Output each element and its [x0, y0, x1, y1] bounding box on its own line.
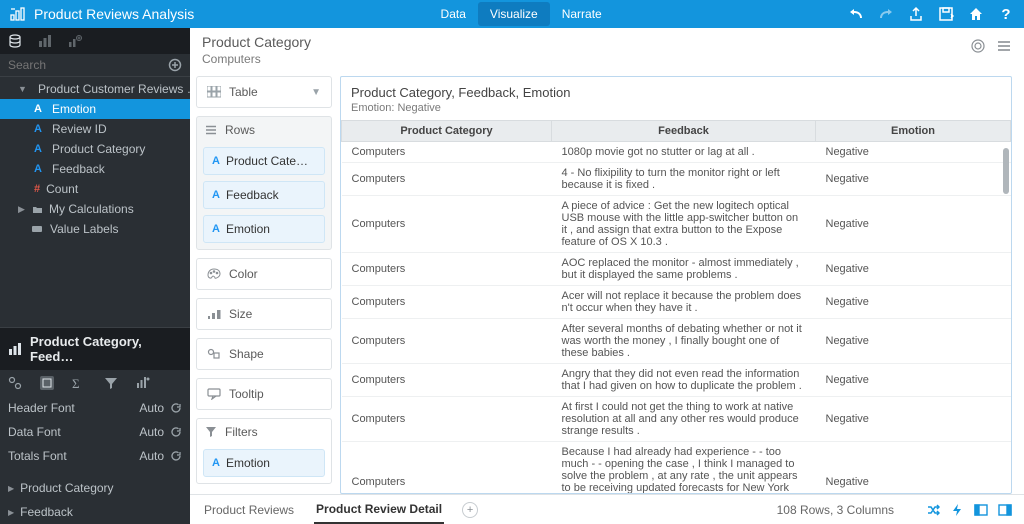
table-row[interactable]: ComputersAcer will not replace it becaus… [342, 286, 1011, 319]
tooltip-icon [207, 388, 221, 400]
panel-cat-feedback[interactable]: Feedback [0, 500, 190, 524]
search-input[interactable] [8, 58, 168, 72]
bolt-icon[interactable] [950, 503, 964, 517]
new-viz-icon[interactable] [68, 34, 82, 48]
tree-folder-labels[interactable]: ▶Value Labels [0, 219, 190, 239]
table-row[interactable]: ComputersAOC replaced the monitor - almo… [342, 253, 1011, 286]
table-row[interactable]: ComputersBecause I had already had exper… [342, 442, 1011, 494]
rows-label: Rows [225, 123, 255, 137]
table-row[interactable]: Computers1080p movie got no stutter or l… [342, 142, 1011, 163]
sigma-icon[interactable]: Σ [72, 376, 86, 390]
scrollbar-thumb[interactable] [1003, 148, 1009, 194]
tree-item-review-id[interactable]: AReview ID [0, 119, 190, 139]
tab-data[interactable]: Data [429, 2, 478, 26]
safe-icon[interactable] [40, 376, 54, 390]
tree-root[interactable]: ▼ Product Customer Reviews … [0, 79, 190, 99]
filter-chip-emotion[interactable]: AEmotion [203, 449, 325, 477]
shuffle-icon[interactable] [926, 503, 940, 517]
cfg-size[interactable]: Size [196, 298, 332, 330]
label-icon [32, 225, 44, 233]
data-source-icon[interactable] [8, 34, 22, 48]
viz-table: Product Category Feedback Emotion Comput… [341, 120, 1011, 493]
help-icon[interactable]: ? [998, 6, 1014, 22]
list-icon[interactable] [996, 38, 1012, 54]
chevron-down-icon: ▼ [311, 87, 321, 98]
cfg-shape[interactable]: Shape [196, 338, 332, 370]
tab-visualize[interactable]: Visualize [478, 2, 550, 26]
vis-type-select[interactable]: Table ▼ [196, 76, 332, 108]
refresh-icon[interactable] [170, 426, 182, 438]
tree-item-feedback[interactable]: AFeedback [0, 159, 190, 179]
export-icon[interactable] [908, 6, 924, 22]
panel-title: Product Category, Feed… [30, 334, 182, 364]
folder-icon [32, 204, 43, 215]
undo-icon[interactable] [848, 6, 864, 22]
tree-item-product-category[interactable]: AProduct Category [0, 139, 190, 159]
home-icon[interactable] [968, 6, 984, 22]
panel-chart-icon [8, 342, 22, 356]
save-icon[interactable] [938, 6, 954, 22]
tree-item-count[interactable]: #Count [0, 179, 190, 199]
bottom-tab-reviews[interactable]: Product Reviews [202, 497, 296, 523]
spark-icon[interactable] [136, 376, 150, 390]
row-chip-emotion[interactable]: AEmotion [203, 215, 325, 243]
table-row[interactable]: ComputersAngry that they did not even re… [342, 364, 1011, 397]
table-row[interactable]: ComputersA piece of advice : Get the new… [342, 196, 1011, 253]
settings-icon[interactable] [8, 376, 22, 390]
layout-right-icon[interactable] [998, 503, 1012, 517]
viz-title: Product Category, Feedback, Emotion [341, 77, 1011, 102]
col-product-category[interactable]: Product Category [342, 121, 552, 142]
breadcrumb-sub: Computers [202, 52, 311, 66]
data-font-row[interactable]: Data Font Auto [0, 420, 190, 444]
row-chip-feedback[interactable]: AFeedback [203, 181, 325, 209]
totals-font-row[interactable]: Totals Font Auto [0, 444, 190, 468]
shape-icon [207, 348, 221, 360]
filter-icon [205, 426, 217, 438]
add-tab-icon[interactable]: + [462, 502, 478, 518]
tab-narrate[interactable]: Narrate [550, 2, 614, 26]
filter-icon[interactable] [104, 376, 118, 390]
rows-icon [205, 124, 217, 136]
tree-item-emotion[interactable]: AEmotion [0, 99, 190, 119]
refresh-icon[interactable] [170, 450, 182, 462]
panel-cat-product[interactable]: Product Category [0, 476, 190, 500]
col-emotion[interactable]: Emotion [816, 121, 1011, 142]
col-feedback[interactable]: Feedback [552, 121, 816, 142]
table-row[interactable]: Computers4 - No flixipility to turn the … [342, 163, 1011, 196]
cfg-tooltip[interactable]: Tooltip [196, 378, 332, 410]
layout-left-icon[interactable] [974, 503, 988, 517]
filters-label: Filters [225, 425, 258, 439]
refresh-icon[interactable] [170, 402, 182, 414]
status-text: 108 Rows, 3 Columns [777, 503, 894, 517]
chart-icon[interactable] [38, 34, 52, 48]
viz-filter: Emotion: Negative [341, 102, 1011, 120]
tree-folder-calcs[interactable]: ▶My Calculations [0, 199, 190, 219]
palette-icon [207, 268, 221, 280]
header-font-row[interactable]: Header Font Auto [0, 396, 190, 420]
target-icon[interactable] [970, 38, 986, 54]
table-row[interactable]: ComputersAt first I could not get the th… [342, 397, 1011, 442]
redo-icon[interactable] [878, 6, 894, 22]
tree-root-label: Product Customer Reviews … [38, 82, 190, 96]
cfg-color[interactable]: Color [196, 258, 332, 290]
bottom-tab-review-detail[interactable]: Product Review Detail [314, 496, 444, 524]
app-title: Product Reviews Analysis [34, 6, 194, 22]
table-row[interactable]: ComputersAfter several months of debatin… [342, 319, 1011, 364]
table-grid-icon [207, 86, 221, 98]
size-icon [207, 308, 221, 320]
row-chip-product-category[interactable]: AProduct Cate… [203, 147, 325, 175]
breadcrumb-title: Product Category [202, 34, 311, 50]
add-icon[interactable] [168, 58, 182, 72]
app-logo-icon [10, 7, 26, 21]
